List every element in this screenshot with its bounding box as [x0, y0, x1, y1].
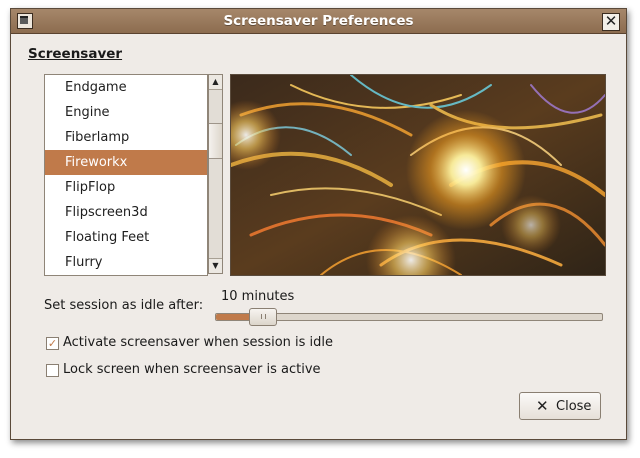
list-item[interactable]: Fiberlamp — [45, 125, 207, 150]
lock-label[interactable]: Lock screen when screensaver is active — [63, 362, 321, 377]
activate-checkbox[interactable]: ✓ — [46, 337, 59, 350]
activate-label[interactable]: Activate screensaver when session is idl… — [63, 335, 333, 350]
list-item[interactable]: Engine — [45, 100, 207, 125]
list-scrollbar[interactable]: ▲ ▼ — [208, 74, 223, 274]
close-button-label: Close — [556, 399, 592, 414]
screensaver-preview — [230, 74, 606, 276]
idle-slider[interactable] — [215, 308, 603, 326]
screensaver-list[interactable]: Endgame Engine Fiberlamp Fireworkx FlipF… — [44, 74, 208, 276]
title-bar[interactable]: Screensaver Preferences ✕ — [11, 9, 626, 34]
fireworks-preview-image — [231, 75, 605, 275]
list-item[interactable]: Flurry — [45, 250, 207, 275]
screensaver-preferences-window: Screensaver Preferences ✕ Screensaver En… — [10, 8, 627, 440]
x-icon: ✕ — [536, 397, 549, 415]
list-item[interactable]: FlipFlop — [45, 175, 207, 200]
scroll-up-icon[interactable]: ▲ — [209, 75, 222, 90]
list-item[interactable]: Endgame — [45, 75, 207, 100]
lock-checkbox[interactable] — [46, 364, 59, 377]
close-icon[interactable]: ✕ — [602, 13, 620, 31]
list-item[interactable]: Flipscreen3d — [45, 200, 207, 225]
scroll-down-icon[interactable]: ▼ — [209, 258, 222, 273]
idle-slider-handle[interactable] — [249, 308, 278, 326]
list-item[interactable]: Floating Feet — [45, 225, 207, 250]
scrollbar-thumb[interactable] — [209, 123, 222, 159]
window-title: Screensaver Preferences — [223, 13, 414, 29]
list-item-selected[interactable]: Fireworkx — [45, 150, 207, 175]
section-title: Screensaver — [28, 46, 123, 62]
close-button[interactable]: ✕ Close — [519, 392, 601, 420]
idle-label: Set session as idle after: — [44, 298, 204, 313]
idle-value: 10 minutes — [221, 289, 295, 304]
